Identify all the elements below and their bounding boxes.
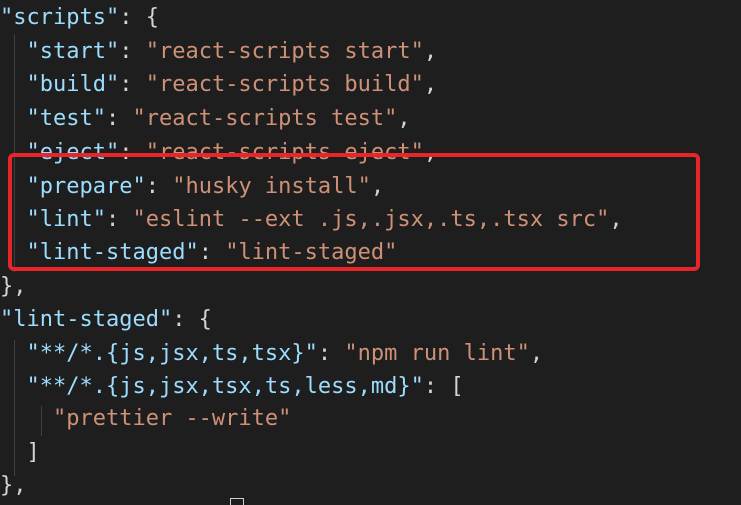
code-line[interactable]: }, — [0, 270, 27, 304]
code-line[interactable]: "**/*.{js,jsx,ts,tsx}": "npm run lint", — [0, 337, 544, 371]
json-punctuation: , — [423, 39, 438, 64]
json-key: "**/*.{js,jsx,tsx,ts,less,md}" — [26, 374, 424, 399]
code-editor[interactable]: "scripts": { "start": "react-scripts sta… — [0, 0, 741, 505]
text-cursor-icon — [230, 498, 244, 505]
json-punctuation: , — [397, 106, 411, 131]
code-line[interactable]: "start": "react-scripts start", — [0, 35, 438, 69]
json-key: "scripts" — [0, 5, 120, 30]
code-line[interactable]: "test": "react-scripts test", — [0, 102, 411, 136]
json-punctuation: , — [529, 341, 544, 366]
json-string: "npm run lint" — [344, 341, 530, 366]
json-punctuation: : — [317, 341, 345, 366]
code-line[interactable]: }, — [0, 469, 27, 503]
json-punctuation: }, — [0, 274, 27, 299]
json-punctuation: : — [105, 106, 133, 131]
json-punctuation: : { — [119, 5, 159, 30]
highlight-annotation-box — [8, 153, 700, 271]
json-string: "react-scripts start" — [145, 39, 424, 64]
code-line[interactable]: "prettier --write" — [0, 402, 291, 436]
json-string: "react-scripts test" — [132, 106, 398, 131]
json-punctuation: }, — [0, 473, 27, 498]
json-key: "build" — [26, 72, 120, 97]
json-punctuation: : — [119, 39, 146, 64]
json-string: "prettier --write" — [52, 406, 292, 431]
json-punctuation: : — [119, 72, 146, 97]
json-key: "test" — [26, 106, 106, 131]
json-key: "**/*.{js,jsx,ts,tsx}" — [26, 341, 318, 366]
code-line[interactable]: "lint-staged": { — [0, 303, 212, 337]
json-key: "start" — [26, 39, 120, 64]
code-line[interactable]: "scripts": { — [0, 1, 159, 35]
json-string: "react-scripts build" — [145, 72, 424, 97]
json-punctuation: : [ — [423, 374, 464, 399]
json-punctuation: ] — [26, 440, 40, 465]
code-line[interactable]: "**/*.{js,jsx,tsx,ts,less,md}": [ — [0, 370, 464, 404]
json-punctuation: , — [423, 72, 438, 97]
code-line[interactable]: "build": "react-scripts build", — [0, 68, 438, 102]
json-key: "lint-staged" — [0, 307, 173, 332]
code-line[interactable]: ] — [0, 436, 40, 470]
json-punctuation: : { — [172, 307, 212, 332]
